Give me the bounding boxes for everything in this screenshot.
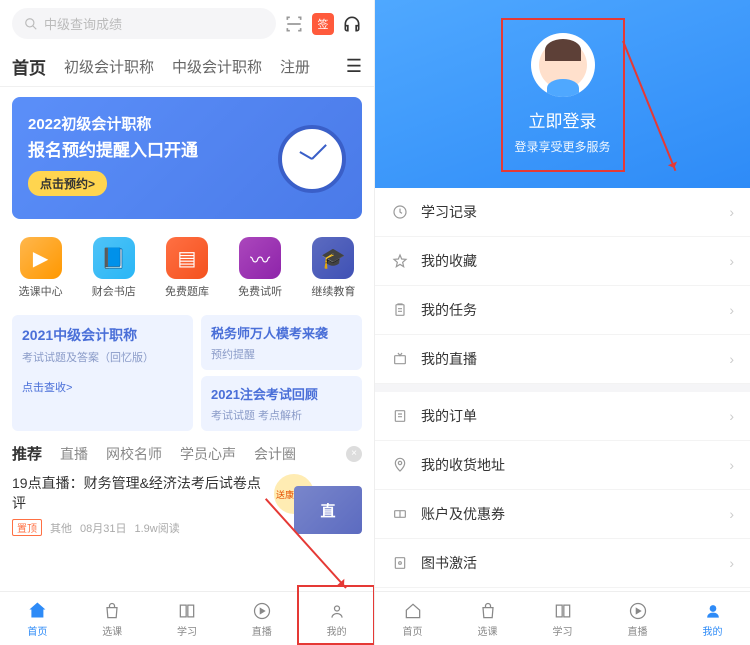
- key-icon: [391, 554, 409, 572]
- book-icon: ▶: [20, 237, 62, 279]
- avatar[interactable]: [531, 33, 595, 97]
- chevron-right-icon: ›: [729, 351, 734, 367]
- coupon-icon: [391, 505, 409, 523]
- feed-tab-teachers[interactable]: 网校名师: [106, 444, 162, 464]
- menu-icon[interactable]: ☰: [346, 56, 362, 77]
- scan-icon[interactable]: [284, 14, 304, 34]
- feed-tab-live[interactable]: 直播: [60, 444, 88, 464]
- quick-bookstore[interactable]: 📘 财会书店: [92, 237, 136, 299]
- chevron-right-icon: ›: [729, 204, 734, 220]
- feed-thumbnail: 直: [294, 486, 362, 534]
- search-placeholder: 中级查询成绩: [44, 14, 122, 33]
- nav-home[interactable]: 首页: [27, 600, 47, 638]
- chevron-right-icon: ›: [729, 506, 734, 522]
- menu-orders[interactable]: 我的订单 ›: [375, 392, 750, 441]
- quick-education[interactable]: 🎓 继续教育: [311, 237, 355, 299]
- feed-tab-circle[interactable]: 会计圈: [254, 444, 296, 464]
- location-icon: [391, 456, 409, 474]
- nav-study[interactable]: 学习: [177, 600, 197, 638]
- order-icon: [391, 407, 409, 425]
- play-circle-icon: [252, 600, 272, 622]
- store-icon: 📘: [93, 237, 135, 279]
- nav-home[interactable]: 首页: [403, 600, 423, 638]
- quick-course-center[interactable]: ▶ 选课中心: [19, 237, 63, 299]
- menu-study-record[interactable]: 学习记录 ›: [375, 188, 750, 237]
- chevron-right-icon: ›: [729, 302, 734, 318]
- menu-favorites[interactable]: 我的收藏 ›: [375, 237, 750, 286]
- audio-icon: 〰: [239, 237, 281, 279]
- checkin-icon[interactable]: 签: [312, 13, 334, 35]
- promo-cards: 2021中级会计职称 考试试题及答案（回忆版） 点击查收> 税务师万人模考来袭 …: [0, 315, 374, 431]
- home-screen: 中级查询成绩 签 首页 初级会计职称 中级会计职称 注册 ☰ 2022初级会计职…: [0, 0, 375, 645]
- category-tabs: 首页 初级会计职称 中级会计职称 注册 ☰: [0, 47, 374, 87]
- menu-address[interactable]: 我的收货地址 ›: [375, 441, 750, 490]
- questions-icon: ▤: [166, 237, 208, 279]
- nav-live[interactable]: 直播: [628, 600, 648, 638]
- home-icon: [27, 600, 47, 622]
- nav-study[interactable]: 学习: [553, 600, 573, 638]
- promo-banner[interactable]: 2022初级会计职称 报名预约提醒入口开通 点击预约>: [12, 97, 362, 219]
- menu-list: 学习记录 › 我的收藏 › 我的任务 › 我的直播 › 我的: [375, 188, 750, 588]
- play-circle-icon: [628, 600, 648, 622]
- feed-tabs: 推荐 直播 网校名师 学员心声 会计圈 ×: [0, 431, 374, 470]
- card-tax-mock[interactable]: 税务师万人模考来袭 预约提醒: [201, 315, 362, 370]
- clipboard-icon: [391, 301, 409, 319]
- menu-tasks[interactable]: 我的任务 ›: [375, 286, 750, 335]
- feed-tab-recommend[interactable]: 推荐: [12, 443, 42, 464]
- nav-courses[interactable]: 选课: [478, 600, 498, 638]
- banner-cta-button[interactable]: 点击预约>: [28, 171, 107, 196]
- nav-live[interactable]: 直播: [252, 600, 272, 638]
- home-icon: [403, 600, 423, 622]
- nav-courses[interactable]: 选课: [102, 600, 122, 638]
- profile-header: 立即登录 登录享受更多服务: [375, 0, 750, 188]
- search-input[interactable]: 中级查询成绩: [12, 8, 276, 39]
- book-open-icon: [553, 600, 573, 622]
- cap-icon: 🎓: [312, 237, 354, 279]
- menu-account-coupons[interactable]: 账户及优惠券 ›: [375, 490, 750, 539]
- card-intermediate-2021[interactable]: 2021中级会计职称 考试试题及答案（回忆版） 点击查收>: [12, 315, 193, 431]
- tv-icon: [391, 350, 409, 368]
- pin-badge: 置顶: [12, 519, 42, 536]
- mine-screen: 立即登录 登录享受更多服务 学习记录 › 我的收藏 › 我的任务 ›: [375, 0, 750, 645]
- quick-trial[interactable]: 〰 免费试听: [238, 237, 282, 299]
- star-icon: [391, 252, 409, 270]
- feed-item[interactable]: 19点直播：财务管理&经济法考后试卷点评 置顶 其他 08月31日 1.9w阅读…: [0, 470, 374, 540]
- tab-home[interactable]: 首页: [12, 54, 46, 79]
- quick-questions[interactable]: ▤ 免费题库: [165, 237, 209, 299]
- feed-tab-voices[interactable]: 学员心声: [180, 444, 236, 464]
- nav-mine[interactable]: 我的: [327, 600, 347, 638]
- chevron-right-icon: ›: [729, 408, 734, 424]
- chevron-right-icon: ›: [729, 457, 734, 473]
- tab-intermediate[interactable]: 中级会计职称: [172, 56, 262, 77]
- search-icon: [24, 17, 38, 31]
- search-bar: 中级查询成绩 签: [0, 0, 374, 47]
- tab-junior[interactable]: 初级会计职称: [64, 56, 154, 77]
- login-subtitle: 登录享受更多服务: [514, 138, 610, 155]
- bottom-nav-right: 首页 选课 学习 直播 我的: [375, 591, 750, 645]
- feed-title: 19点直播：财务管理&经济法考后试卷点评: [12, 474, 272, 513]
- nav-mine[interactable]: 我的: [703, 600, 723, 638]
- bag-icon: [102, 600, 122, 622]
- book-open-icon: [177, 600, 197, 622]
- card-cpa-review[interactable]: 2021注会考试回顾 考试试题 考点解析: [201, 376, 362, 431]
- quick-entry-grid: ▶ 选课中心 📘 财会书店 ▤ 免费题库 〰 免费试听 🎓 继续教育: [0, 229, 374, 307]
- bag-icon: [478, 600, 498, 622]
- headset-icon[interactable]: [342, 14, 362, 34]
- close-icon[interactable]: ×: [346, 446, 362, 462]
- avatar-face-icon: [539, 41, 587, 89]
- clock-icon: [391, 203, 409, 221]
- tab-cpa[interactable]: 注册: [280, 56, 310, 77]
- menu-live[interactable]: 我的直播 ›: [375, 335, 750, 384]
- clock-icon: [278, 125, 346, 193]
- person-icon: [703, 600, 723, 622]
- bottom-nav-left: 首页 选课 学习 直播 我的: [0, 591, 374, 645]
- chevron-right-icon: ›: [729, 555, 734, 571]
- person-icon: [327, 600, 347, 622]
- login-button[interactable]: 立即登录: [529, 107, 597, 132]
- chevron-right-icon: ›: [729, 253, 734, 269]
- menu-book-activate[interactable]: 图书激活 ›: [375, 539, 750, 588]
